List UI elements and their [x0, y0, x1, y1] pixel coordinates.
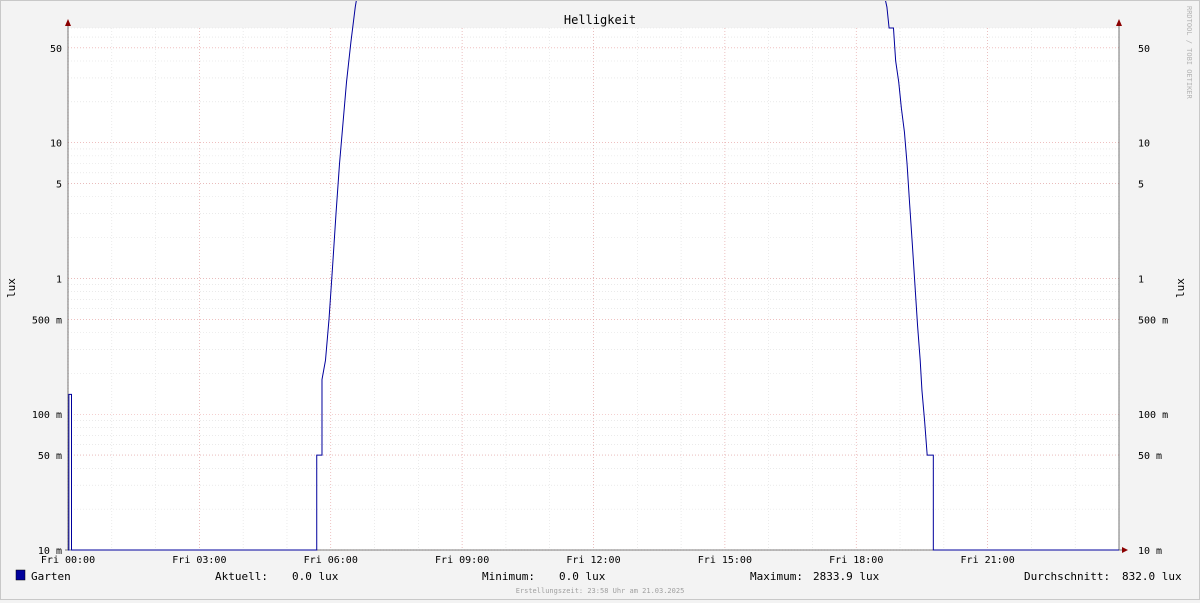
stat-average-value: 832.0 lux [1122, 570, 1182, 583]
y-tick-label-left: 10 [50, 139, 62, 150]
y-tick-label-right: 50 m [1138, 451, 1162, 462]
y-tick-label-right: 1 [1138, 274, 1144, 285]
y-tick-label-left: 50 [50, 44, 62, 55]
x-tick-label: Fri 06:00 [304, 555, 358, 566]
x-tick-label: Fri 15:00 [698, 555, 752, 566]
stat-maximum-label: Maximum: [750, 570, 803, 583]
stat-current-label: Aktuell: [215, 570, 268, 583]
y-tick-label-left: 500 m [32, 315, 62, 326]
x-tick-label: Fri 03:00 [172, 555, 226, 566]
x-tick-label: Fri 12:00 [566, 555, 620, 566]
x-tick-label: Fri 00:00 [41, 555, 95, 566]
legend-swatch [15, 569, 26, 581]
brightness-chart: Helligkeit RRDTOOL / TOBI OETIKER 10 m50… [1, 0, 1199, 599]
stat-minimum-value: 0.0 lux [559, 570, 606, 583]
y-tick-label-right: 50 [1138, 44, 1150, 55]
x-tick-label: Fri 09:00 [435, 555, 489, 566]
y-tick-label-left: 1 [56, 274, 62, 285]
stat-maximum-value: 2833.9 lux [813, 570, 880, 583]
y-tick-label-right: 10 [1138, 139, 1150, 150]
y-tick-label-left: 50 m [38, 451, 62, 462]
y-axis-label-right: lux [1174, 278, 1187, 298]
y-tick-label-right: 5 [1138, 180, 1144, 191]
y-tick-label-right: 100 m [1138, 410, 1168, 421]
chart-title: Helligkeit [564, 13, 636, 27]
stat-minimum-label: Minimum: [482, 570, 535, 583]
chart-frame: Helligkeit RRDTOOL / TOBI OETIKER 10 m 50… [0, 0, 1200, 600]
y-tick-label-left: 5 [56, 180, 62, 191]
x-tick-label: Fri 21:00 [961, 555, 1015, 566]
y-axis-label-left: lux [5, 278, 18, 298]
stat-average-label: Durchschnitt: [1024, 570, 1110, 583]
y-tick-label-left: 100 m [32, 410, 62, 421]
x-tick-label: Fri 18:00 [829, 555, 883, 566]
watermark: RRDTOOL / TOBI OETIKER [1185, 6, 1193, 100]
y-tick-label-right: 10 m [1138, 546, 1162, 557]
y-tick-label-right: 500 m [1138, 315, 1168, 326]
stat-current-value: 0.0 lux [292, 570, 339, 583]
footer-timestamp: Erstellungszeit: 23:58 Uhr am 21.03.2025 [516, 587, 685, 595]
legend-series-name: Garten [31, 570, 71, 583]
